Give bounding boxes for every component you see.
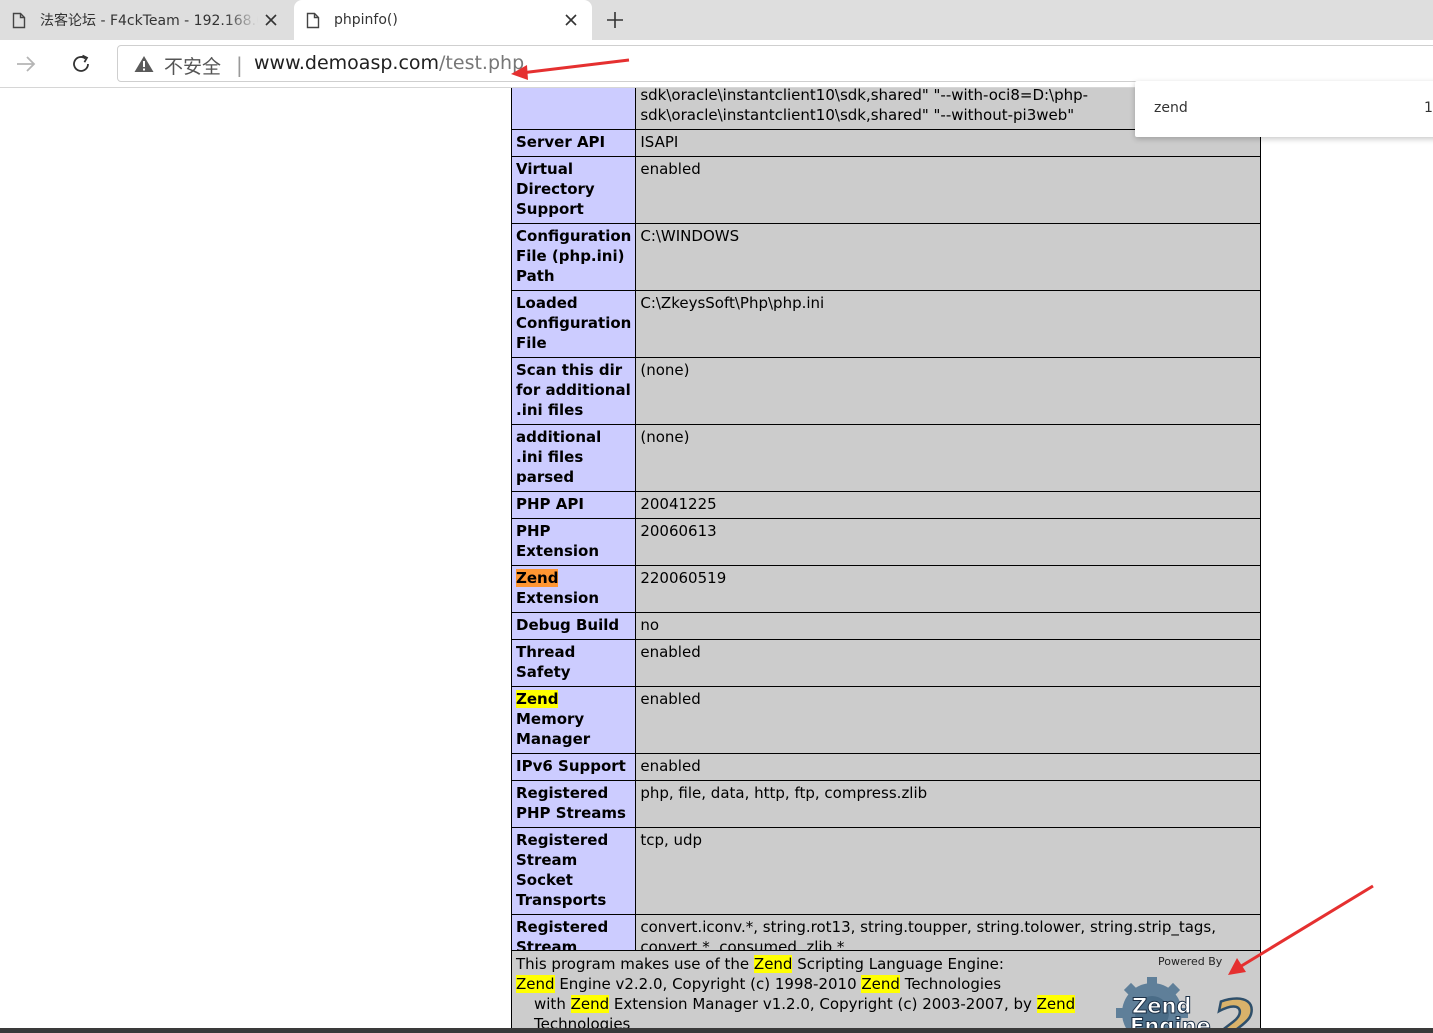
text: Engine v2.2.0, Copyright (c) 1998-2010 [554,975,862,993]
row-key: Server API [510,129,637,157]
zend-credits-box: This program makes use of the Zend Scrip… [511,950,1261,1033]
row-value: enabled [635,753,1261,781]
tab-strip: 法客论坛 - F4ckTeam - 192.168.0.1 phpinfo() [0,0,1433,40]
row-value: 20041225 [635,491,1261,519]
close-icon[interactable] [258,7,284,33]
table-row: Virtual Directory Support enabled [510,156,1261,224]
tab-title: phpinfo() [334,12,398,28]
page-content: sdk\oracle\instantclient10\sdk,shared" "… [0,88,1433,1033]
table-row: additional .ini files parsed (none) [510,424,1261,492]
find-bar: zend 1/ [1135,81,1433,137]
credits-line: Zend Engine v2.2.0, Copyright (c) 1998-2… [516,974,1106,994]
table-row: Registered Stream Socket Transports tcp, … [510,827,1261,915]
row-value: 20060613 [635,518,1261,566]
row-value: enabled [635,156,1261,224]
row-key: Zend Memory Manager [510,686,637,754]
logo-number: 2 [1212,987,1255,1033]
search-highlight: Zend [753,955,793,973]
search-highlight: Zend [516,569,559,587]
page-icon [12,12,26,28]
search-highlight: Zend [516,690,559,708]
find-match-count: 1/ [1424,100,1433,116]
row-key: Zend Extension [510,565,637,613]
separator: | [236,53,243,77]
table-row: IPv6 Support enabled [510,753,1261,781]
text: This program makes use of the [516,955,754,973]
warning-icon[interactable] [134,55,154,73]
row-value: no [635,612,1261,640]
phpinfo-table: sdk\oracle\instantclient10\sdk,shared" "… [510,88,1261,982]
table-row: Configuration File (php.ini) Path C:\WIND… [510,223,1261,291]
row-key: Registered PHP Streams [510,780,637,828]
url-host: www.demoasp.com [254,52,440,74]
row-key: IPv6 Support [510,753,637,781]
search-highlight: Zend [861,975,900,993]
search-highlight: Zend [570,995,610,1013]
zend-credits-text: This program makes use of the Zend Scrip… [516,954,1106,1033]
table-row: Zend Memory Manager enabled [510,686,1261,754]
row-key-text: Memory Manager [516,710,591,748]
address-bar[interactable]: 不安全 | www.demoasp.com/test.php [117,45,1433,82]
reload-button[interactable] [66,50,96,78]
row-value: php, file, data, http, ftp, compress.zli… [635,780,1261,828]
row-value: enabled [635,686,1261,754]
table-row: Loaded Configuration File C:\ZkeysSoft\Ph… [510,290,1261,358]
row-key: Loaded Configuration File [510,290,637,358]
tab-title: 法客论坛 - F4ckTeam - 192.168.0.1 [40,13,258,29]
arrow-right-icon [17,56,36,72]
new-tab-button[interactable] [600,6,630,34]
credits-line: This program makes use of the Zend Scrip… [516,954,1106,974]
row-value: (none) [635,357,1261,425]
tab-phpinfo[interactable]: phpinfo() [294,0,592,40]
find-input[interactable]: zend [1154,100,1188,116]
table-row: Thread Safety enabled [510,639,1261,687]
zend-engine-logo[interactable]: Powered By 2 Zend Engine [1112,951,1258,1033]
row-key: Configuration File (php.ini) Path [510,223,637,291]
table-row: Scan this dir for additional .ini files(… [510,357,1261,425]
table-row: PHP Extension 20060613 [510,518,1261,566]
forward-button[interactable] [12,50,40,78]
row-value: 220060519 [635,565,1261,613]
row-value: tcp, udp [635,827,1261,915]
page-icon [306,12,320,28]
tab-forum[interactable]: 法客论坛 - F4ckTeam - 192.168.0.1 [0,0,292,40]
table-row: Zend Extension 220060519 [510,565,1261,613]
table-row: Registered PHP Streams php, file, data, h… [510,780,1261,828]
search-highlight: Zend [516,975,555,993]
row-value: C:\ZkeysSoft\Php\php.ini [635,290,1261,358]
text: with [534,995,571,1013]
url-text[interactable]: www.demoasp.com/test.php [254,52,524,74]
row-key: Virtual Directory Support [510,156,637,224]
row-value: (none) [635,424,1261,492]
row-key: Registered Stream Socket Transports [510,827,637,915]
close-icon[interactable] [558,7,584,33]
row-key-text: Extension [516,589,599,607]
logo-powered-by: Powered By [1158,955,1223,968]
security-label[interactable]: 不安全 [164,52,221,79]
row-value: C:\WINDOWS [635,223,1261,291]
row-key: additional .ini files parsed [510,424,637,492]
text: Extension Manager v1.2.0, Copyright (c) … [609,995,1037,1013]
table-row: Debug Build no [510,612,1261,640]
row-key: Debug Build [510,612,637,640]
url-path: /test.php [439,52,525,74]
row-key [510,88,637,130]
row-key: Scan this dir for additional .ini files [510,357,637,425]
row-value: enabled [635,639,1261,687]
reload-icon [73,54,89,72]
text: Technologies [899,975,1002,993]
row-key: PHP Extension [510,518,637,566]
row-key: Thread Safety [510,639,637,687]
text: Scripting Language Engine: [792,955,1004,973]
search-highlight: Zend [1036,995,1076,1013]
table-row: PHP API 20041225 [510,491,1261,519]
row-key: PHP API [510,491,637,519]
window-bottom-edge [0,1028,1433,1033]
plus-icon [607,12,623,28]
